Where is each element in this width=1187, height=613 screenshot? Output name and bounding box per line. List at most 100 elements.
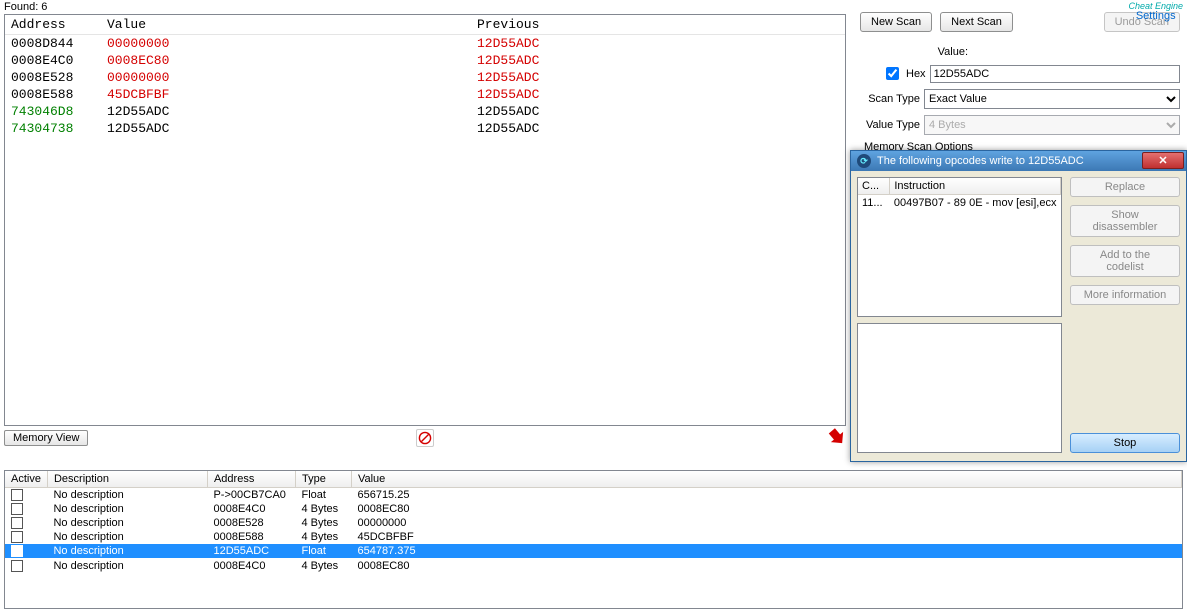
value-input[interactable]: [930, 65, 1180, 83]
cell-previous: 12D55ADC: [471, 120, 845, 137]
result-row[interactable]: 743046D812D55ADC12D55ADC: [5, 103, 845, 120]
cell-ct-value: 0008EC80: [351, 558, 1181, 572]
cell-ct-value: 654787.375: [351, 544, 1181, 558]
cell-ct-value: 45DCBFBF: [351, 530, 1181, 544]
col-type[interactable]: Type: [295, 471, 351, 488]
col-active[interactable]: Active: [5, 471, 47, 488]
replace-button[interactable]: Replace: [1070, 177, 1180, 197]
settings-link[interactable]: Cheat Engine Settings: [1128, 2, 1183, 22]
cell-value: 45DCBFBF: [101, 86, 471, 103]
more-information-button[interactable]: More information: [1070, 285, 1180, 305]
cell-value: 12D55ADC: [101, 120, 471, 137]
table-row[interactable]: No description0008E5884 Bytes45DCBFBF: [5, 530, 1182, 544]
cell-description: No description: [47, 502, 207, 516]
cell-instruction: 00497B07 - 89 0E - mov [esi],ecx: [890, 195, 1061, 212]
active-checkbox[interactable]: [11, 489, 23, 501]
active-checkbox[interactable]: [11, 545, 23, 557]
cell-ct-value: 0008EC80: [351, 502, 1181, 516]
cell-address: 0008E4C0: [5, 52, 101, 69]
stop-button[interactable]: Stop: [1070, 433, 1180, 453]
col-previous[interactable]: Previous: [471, 15, 845, 35]
table-row[interactable]: No description0008E4C04 Bytes0008EC80: [5, 558, 1182, 572]
cell-description: No description: [47, 516, 207, 530]
cell-type: 4 Bytes: [295, 530, 351, 544]
cell-type: 4 Bytes: [295, 502, 351, 516]
cell-previous: 12D55ADC: [471, 69, 845, 86]
add-address-manually-icon[interactable]: [827, 427, 847, 450]
cell-ct-address: 0008E4C0: [207, 558, 295, 572]
cell-value: 00000000: [101, 35, 471, 53]
result-row[interactable]: 0008D8440000000012D55ADC: [5, 35, 845, 53]
cell-address: 743046D8: [5, 103, 101, 120]
active-checkbox[interactable]: [11, 517, 23, 529]
close-icon[interactable]: ✕: [1142, 152, 1184, 169]
cell-type: 4 Bytes: [295, 558, 351, 572]
result-row[interactable]: 0008E4C00008EC8012D55ADC: [5, 52, 845, 69]
result-row[interactable]: 0008E58845DCBFBF12D55ADC: [5, 86, 845, 103]
opcode-row[interactable]: 11...00497B07 - 89 0E - mov [esi],ecx: [858, 195, 1061, 212]
cell-value: 00000000: [101, 69, 471, 86]
active-checkbox[interactable]: [11, 503, 23, 515]
value-label: Value:: [928, 46, 968, 58]
cell-previous: 12D55ADC: [471, 86, 845, 103]
cell-ct-address: P->00CB7CA0: [207, 488, 295, 503]
next-scan-button[interactable]: Next Scan: [940, 12, 1013, 32]
cell-ct-address: 0008E4C0: [207, 502, 295, 516]
cell-type: 4 Bytes: [295, 516, 351, 530]
cell-address: 0008E528: [5, 69, 101, 86]
result-row[interactable]: 0008E5280000000012D55ADC: [5, 69, 845, 86]
opcode-window-title: The following opcodes write to 12D55ADC: [877, 155, 1084, 167]
cell-address: 74304738: [5, 120, 101, 137]
cell-address: 0008D844: [5, 35, 101, 53]
cell-description: No description: [47, 488, 207, 503]
col-description[interactable]: Description: [47, 471, 207, 488]
scan-results[interactable]: Address Value Previous 0008D844000000001…: [4, 14, 846, 426]
col-count[interactable]: C...: [858, 178, 890, 195]
scan-type-select[interactable]: Exact Value: [924, 89, 1180, 109]
address-list[interactable]: Active Description Address Type Value No…: [4, 470, 1183, 609]
add-to-codelist-button[interactable]: Add to the codelist: [1070, 245, 1180, 277]
cell-ct-address: 0008E528: [207, 516, 295, 530]
cell-value: 12D55ADC: [101, 103, 471, 120]
cell-type: Float: [295, 544, 351, 558]
table-row[interactable]: No description12D55ADCFloat654787.375: [5, 544, 1182, 558]
cell-ct-address: 12D55ADC: [207, 544, 295, 558]
cell-previous: 12D55ADC: [471, 52, 845, 69]
cell-ct-value: 00000000: [351, 516, 1181, 530]
col-ct-value[interactable]: Value: [351, 471, 1181, 488]
opcode-writer-window[interactable]: ⟳ The following opcodes write to 12D55AD…: [850, 150, 1187, 462]
hex-label: Hex: [906, 68, 926, 80]
hex-checkbox[interactable]: [886, 67, 899, 80]
no-entry-icon: [416, 429, 434, 447]
valuetype-label: Value Type: [860, 119, 920, 131]
cheat-engine-logo: Cheat Engine: [1128, 2, 1183, 10]
opcode-list[interactable]: C... Instruction 11...00497B07 - 89 0E -…: [857, 177, 1062, 317]
scantype-label: Scan Type: [860, 93, 920, 105]
cell-ct-address: 0008E588: [207, 530, 295, 544]
table-row[interactable]: No descriptionP->00CB7CA0Float656715.25: [5, 488, 1182, 503]
cell-description: No description: [47, 544, 207, 558]
active-checkbox[interactable]: [11, 531, 23, 543]
opcode-detail: [857, 323, 1062, 453]
cell-ct-value: 656715.25: [351, 488, 1181, 503]
memory-view-button[interactable]: Memory View: [4, 430, 88, 446]
active-checkbox[interactable]: [11, 560, 23, 572]
col-ct-address[interactable]: Address: [207, 471, 295, 488]
cell-description: No description: [47, 558, 207, 572]
new-scan-button[interactable]: New Scan: [860, 12, 932, 32]
cheat-engine-icon: ⟳: [857, 154, 871, 168]
cell-type: Float: [295, 488, 351, 503]
col-value[interactable]: Value: [101, 15, 471, 35]
col-instruction[interactable]: Instruction: [890, 178, 1061, 195]
cell-value: 0008EC80: [101, 52, 471, 69]
cell-description: No description: [47, 530, 207, 544]
cell-address: 0008E588: [5, 86, 101, 103]
show-disassembler-button[interactable]: Show disassembler: [1070, 205, 1180, 237]
cell-count: 11...: [858, 195, 890, 212]
col-address[interactable]: Address: [5, 15, 101, 35]
table-row[interactable]: No description0008E5284 Bytes00000000: [5, 516, 1182, 530]
result-row[interactable]: 7430473812D55ADC12D55ADC: [5, 120, 845, 137]
value-type-select: 4 Bytes: [924, 115, 1180, 135]
table-row[interactable]: No description0008E4C04 Bytes0008EC80: [5, 502, 1182, 516]
cell-previous: 12D55ADC: [471, 103, 845, 120]
